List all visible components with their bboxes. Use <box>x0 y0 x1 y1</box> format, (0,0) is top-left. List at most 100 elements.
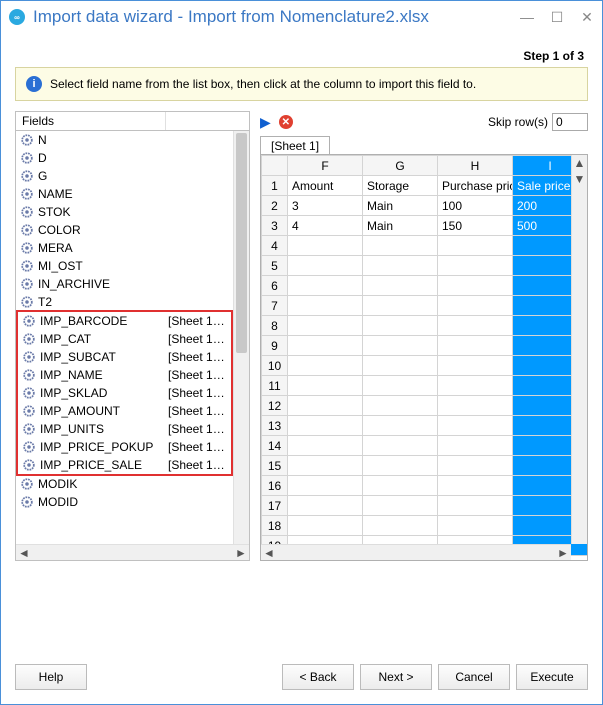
row-header[interactable]: 1 <box>262 176 288 196</box>
cell[interactable] <box>363 476 438 496</box>
cell[interactable] <box>288 376 363 396</box>
cell[interactable] <box>288 516 363 536</box>
next-button[interactable]: Next > <box>360 664 432 690</box>
row-header[interactable]: 17 <box>262 496 288 516</box>
cell[interactable]: 150 <box>438 216 513 236</box>
cell[interactable]: Storage <box>363 176 438 196</box>
maximize-button[interactable]: ☐ <box>550 10 564 24</box>
scroll-left-icon[interactable]: ◄ <box>261 545 277 560</box>
play-icon[interactable]: ▶ <box>260 114 271 131</box>
field-row[interactable]: IMP_BARCODE[Sheet 1] E... <box>18 312 231 330</box>
cell[interactable] <box>438 356 513 376</box>
cell[interactable] <box>288 476 363 496</box>
field-row[interactable]: N <box>16 131 233 149</box>
cell[interactable] <box>363 456 438 476</box>
back-button[interactable]: < Back <box>282 664 354 690</box>
cell[interactable] <box>438 396 513 416</box>
cell[interactable] <box>363 496 438 516</box>
cell[interactable]: Purchase price <box>438 176 513 196</box>
cell[interactable] <box>288 456 363 476</box>
row-header[interactable]: 14 <box>262 436 288 456</box>
cell[interactable] <box>288 236 363 256</box>
fields-vertical-scrollbar[interactable] <box>233 131 249 544</box>
fields-list[interactable]: NDGNAMESTOKCOLORMERAMI_OSTIN_ARCHIVET2IM… <box>16 131 249 560</box>
column-header[interactable]: H <box>438 156 513 176</box>
field-row[interactable]: IMP_PRICE_SALE[Sheet 1] I... <box>18 456 231 474</box>
cell[interactable] <box>438 376 513 396</box>
cell[interactable] <box>288 276 363 296</box>
cell[interactable] <box>438 436 513 456</box>
cell[interactable] <box>438 416 513 436</box>
cell[interactable] <box>363 296 438 316</box>
scroll-right-icon[interactable]: ► <box>555 545 571 560</box>
field-row[interactable]: IMP_AMOUNT[Sheet 1] F... <box>18 402 231 420</box>
cell[interactable] <box>363 356 438 376</box>
row-header[interactable]: 13 <box>262 416 288 436</box>
skip-rows-input[interactable] <box>552 113 588 131</box>
scroll-down-icon[interactable]: ▼ <box>572 171 587 187</box>
cell[interactable] <box>363 276 438 296</box>
grid-horizontal-scrollbar[interactable]: ◄ ► <box>261 544 571 560</box>
cell[interactable] <box>363 376 438 396</box>
cell[interactable] <box>363 396 438 416</box>
minimize-button[interactable]: — <box>520 10 534 24</box>
field-row[interactable]: MI_OST <box>16 257 233 275</box>
field-row[interactable]: IMP_SKLAD[Sheet 1] G... <box>18 384 231 402</box>
cell[interactable]: Main <box>363 196 438 216</box>
cell[interactable] <box>438 476 513 496</box>
row-header[interactable]: 3 <box>262 216 288 236</box>
field-row[interactable]: MERA <box>16 239 233 257</box>
cell[interactable]: Amount <box>288 176 363 196</box>
field-row[interactable]: MODIK <box>16 475 233 493</box>
tab-sheet1[interactable]: [Sheet 1] <box>260 136 330 155</box>
cell[interactable] <box>438 276 513 296</box>
cell[interactable]: 4 <box>288 216 363 236</box>
cell[interactable] <box>363 316 438 336</box>
row-header[interactable]: 12 <box>262 396 288 416</box>
cell[interactable] <box>363 256 438 276</box>
grid-vertical-scrollbar[interactable]: ▲ ▼ <box>571 155 587 544</box>
delete-icon[interactable]: ✕ <box>279 115 293 129</box>
cell[interactable] <box>438 496 513 516</box>
row-header[interactable]: 4 <box>262 236 288 256</box>
fields-horizontal-scrollbar[interactable]: ◄ ► <box>16 544 249 560</box>
cell[interactable] <box>288 296 363 316</box>
scroll-left-icon[interactable]: ◄ <box>16 546 32 560</box>
scroll-right-icon[interactable]: ► <box>233 546 249 560</box>
cell[interactable] <box>438 516 513 536</box>
field-row[interactable]: COLOR <box>16 221 233 239</box>
cell[interactable] <box>288 336 363 356</box>
cell[interactable] <box>438 456 513 476</box>
cell[interactable] <box>288 496 363 516</box>
row-header[interactable]: 7 <box>262 296 288 316</box>
cell[interactable] <box>438 336 513 356</box>
cell[interactable] <box>438 316 513 336</box>
field-row[interactable]: IMP_SUBCAT[Sheet 1] B... <box>18 348 231 366</box>
row-header[interactable]: 8 <box>262 316 288 336</box>
scroll-up-icon[interactable]: ▲ <box>572 155 587 171</box>
cell[interactable]: Main <box>363 216 438 236</box>
field-row[interactable]: IMP_CAT[Sheet 1] A... <box>18 330 231 348</box>
row-header[interactable]: 11 <box>262 376 288 396</box>
column-header[interactable]: G <box>363 156 438 176</box>
cell[interactable] <box>363 236 438 256</box>
row-header[interactable]: 18 <box>262 516 288 536</box>
column-header[interactable]: F <box>288 156 363 176</box>
row-header[interactable]: 2 <box>262 196 288 216</box>
cancel-button[interactable]: Cancel <box>438 664 510 690</box>
field-row[interactable]: IMP_NAME[Sheet 1] C... <box>18 366 231 384</box>
sheet-grid[interactable]: FGHI1AmountStoragePurchase priceSale pri… <box>260 154 588 561</box>
row-header[interactable]: 10 <box>262 356 288 376</box>
help-button[interactable]: Help <box>15 664 87 690</box>
field-row[interactable]: T2 <box>16 293 233 311</box>
cell[interactable] <box>363 416 438 436</box>
field-row[interactable]: STOK <box>16 203 233 221</box>
cell[interactable] <box>438 256 513 276</box>
row-header[interactable]: 6 <box>262 276 288 296</box>
cell[interactable] <box>363 436 438 456</box>
cell[interactable] <box>288 436 363 456</box>
close-button[interactable]: ✕ <box>580 10 594 24</box>
field-row[interactable]: D <box>16 149 233 167</box>
cell[interactable] <box>288 256 363 276</box>
cell[interactable] <box>363 336 438 356</box>
